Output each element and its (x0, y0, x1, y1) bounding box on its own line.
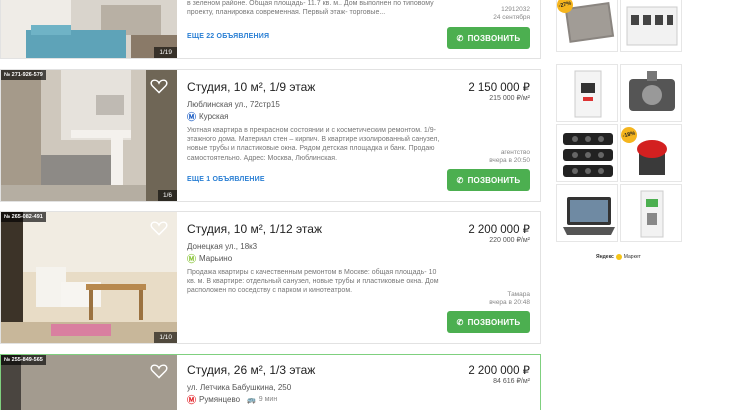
listing-metro: Ⓜ Марьино (187, 252, 232, 265)
ad-tile[interactable] (556, 184, 618, 242)
socket-strips-icon (563, 133, 613, 177)
yandex-market-label[interactable]: Яндекс Маркет (596, 254, 641, 260)
listing-card[interactable]: 1/19 в зеленом районе. Общая площадь- 11… (0, 0, 541, 59)
circuit-breaker-icon (626, 6, 678, 46)
ymarket-logo-icon (615, 254, 622, 260)
phone-icon: ✆ (456, 175, 464, 185)
metro-icon: Ⓜ (187, 112, 197, 122)
listing-price-per-m: 220 000 ₽/м² (489, 237, 530, 244)
ad-tile[interactable]: -18% (620, 124, 682, 182)
bus-icon: 🚌 (247, 396, 256, 404)
ad-tile[interactable]: -27% (556, 0, 618, 52)
listing-agent: агентство (500, 149, 530, 156)
listing-id: № 265-082-491 (1, 212, 46, 222)
photo-counter: 1/6 (157, 190, 177, 201)
ad-tile[interactable] (620, 0, 682, 52)
more-listings-link[interactable]: ЕЩЕ 22 ОБЪЯВЛЕНИЯ (187, 33, 269, 40)
listing-price: 2 200 000 ₽ (468, 365, 530, 377)
metro-icon: Ⓜ (187, 254, 197, 264)
din-relay-icon (640, 190, 664, 238)
photo-counter: 1/10 (154, 332, 177, 343)
call-button-label: ПОЗВОНИТЬ (467, 175, 521, 185)
listing-address: ул. Летчика Бабушкина, 250 (187, 383, 292, 392)
favorite-heart-icon[interactable] (150, 220, 168, 236)
listing-date: вчера в 20:48 (489, 299, 530, 306)
listing-price: 2 150 000 ₽ (468, 82, 530, 94)
metro-station: Румянцево (199, 395, 241, 404)
listings-page: 1/19 в зеленом районе. Общая площадь- 11… (0, 0, 730, 410)
listing-meta: Тамара вчера в 20:48 (489, 291, 530, 307)
tablet-keyboard-icon (563, 197, 615, 235)
listing-card[interactable]: № 265-082-491 1/10 Студия, 10 м², 1/12 э… (0, 211, 541, 344)
metro-icon: Ⓜ (187, 395, 197, 405)
listing-metro: Ⓜ Курская (187, 110, 229, 123)
ad-tile[interactable] (620, 184, 682, 242)
listing-card[interactable]: № 271-926-579 1/6 Студия, 10 м², 1/9 эта… (0, 69, 541, 202)
listing-date: вчера в 20:50 (489, 157, 530, 164)
pressure-switch-icon (629, 71, 675, 111)
call-button[interactable]: ✆ ПОЗВОНИТЬ (447, 311, 530, 333)
listing-photo[interactable]: 1/19 (1, 0, 177, 58)
listing-price-per-m: 84 616 ₽/м² (493, 378, 530, 385)
circuit-breaker-single-icon (574, 70, 602, 118)
ad-tile[interactable] (556, 64, 618, 122)
more-listings-link[interactable]: ЕЩЕ 1 ОБЪЯВЛЕНИЕ (187, 176, 265, 183)
listing-id: № 271-926-579 (1, 70, 46, 80)
listing-card[interactable]: № 255-849-565 Студия, 26 м², 1/3 этаж ул… (0, 354, 541, 410)
listing-meta: 12912032 24 сентября (493, 6, 530, 22)
ymarket-brand: Яндекс (596, 254, 614, 260)
listing-title[interactable]: Студия, 10 м², 1/9 этаж (187, 80, 315, 94)
listing-price: 2 200 000 ₽ (468, 224, 530, 236)
ad-tile[interactable] (620, 64, 682, 122)
listing-description: Продажа квартиры с качественным ремонтом… (187, 269, 439, 295)
phone-icon: ✆ (456, 33, 464, 43)
phone-icon: ✆ (456, 317, 464, 327)
metro-station: Марьино (199, 254, 233, 263)
call-button-label: ПОЗВОНИТЬ (467, 317, 521, 327)
listing-description: Уютная квартира в прекрасном состоянии и… (187, 127, 440, 162)
listing-description: в зеленом районе. Общая площадь- 11.7 кв… (187, 0, 434, 17)
ad-tile[interactable] (556, 124, 618, 182)
listing-title[interactable]: Студия, 10 м², 1/12 этаж (187, 222, 322, 236)
listing-date: 24 сентября (493, 14, 530, 21)
call-button[interactable]: ✆ ПОЗВОНИТЬ (447, 169, 530, 191)
listing-price-per-m: 215 000 ₽/м² (489, 95, 530, 102)
metro-station: Курская (199, 112, 229, 121)
listing-agent: Тамара (507, 291, 530, 298)
call-button-label: ПОЗВОНИТЬ (467, 33, 521, 43)
call-button[interactable]: ✆ ПОЗВОНИТЬ (447, 27, 530, 49)
transit-time: 9 мин (258, 396, 278, 403)
listing-metro: Ⓜ Румянцево 🚌 9 мин (187, 393, 277, 406)
favorite-heart-icon[interactable] (150, 78, 168, 94)
listing-address: Донецкая ул., 18к3 (187, 242, 258, 251)
photo-counter: 1/19 (154, 47, 177, 58)
listing-meta: агентство вчера в 20:50 (489, 149, 530, 165)
favorite-heart-icon[interactable] (150, 363, 168, 379)
listing-agent: 12912032 (501, 6, 530, 13)
listing-id: № 255-849-565 (1, 355, 46, 365)
ymarket-suffix: Маркет (623, 254, 641, 260)
room-photo (1, 0, 177, 58)
listing-address: Люблинская ул., 72стр15 (187, 100, 280, 109)
listing-title[interactable]: Студия, 26 м², 1/3 этаж (187, 363, 315, 377)
